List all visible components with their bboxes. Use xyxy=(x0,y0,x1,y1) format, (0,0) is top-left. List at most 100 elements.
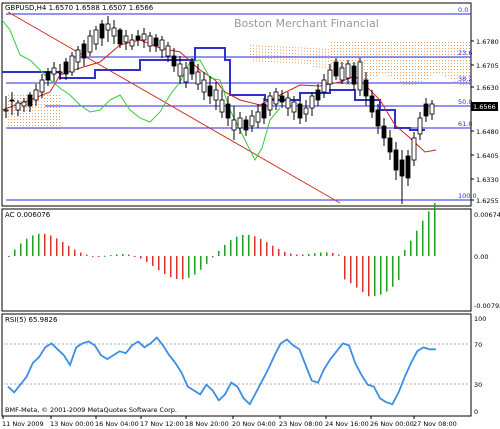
cloud-dot xyxy=(412,84,413,85)
cloud-dot xyxy=(391,48,392,49)
cloud-dot xyxy=(430,69,431,70)
cloud-dot xyxy=(358,42,359,43)
cloud-dot xyxy=(382,48,383,49)
cloud-dot xyxy=(35,122,36,123)
cloud-dot xyxy=(424,63,425,64)
ac-bar xyxy=(224,244,226,256)
cloud-dot xyxy=(17,95,18,96)
cloud-dot xyxy=(418,45,419,46)
ac-bar xyxy=(134,256,136,257)
cloud-dot xyxy=(367,45,368,46)
fib-level-label: 50.0 xyxy=(458,98,472,106)
mt4-chart-window[interactable]: 0.0 23.6 38.2 50.0 61.8 100.0 Boston Merchant… xyxy=(0,0,500,429)
cloud-dot xyxy=(352,48,353,49)
cloud-dot xyxy=(418,42,419,43)
cloud-dot xyxy=(388,42,389,43)
candle-body xyxy=(171,55,177,67)
cloud-dot xyxy=(433,54,434,55)
candle-body xyxy=(285,97,291,109)
cloud-dot xyxy=(307,47,308,49)
cloud-dot xyxy=(358,51,359,52)
cloud-dot xyxy=(403,78,404,79)
candle-body xyxy=(303,107,309,115)
cloud-dot xyxy=(415,81,416,82)
cloud-dot xyxy=(328,63,329,65)
cloud-dot xyxy=(331,66,332,67)
cloud-dot xyxy=(454,51,455,52)
cloud-dot xyxy=(376,45,377,46)
cloud-dot xyxy=(274,49,275,51)
candle-body xyxy=(381,125,387,139)
cloud-dot xyxy=(50,113,51,114)
cloud-dot xyxy=(59,95,60,96)
cloud-dot xyxy=(349,51,350,52)
candle-body xyxy=(57,71,63,74)
cloud-dot xyxy=(38,113,39,114)
cloud-dot xyxy=(403,51,404,52)
ac-panel[interactable] xyxy=(1,208,472,312)
cloud-dot xyxy=(445,51,446,52)
rsi-panel[interactable] xyxy=(1,313,472,417)
cloud-dot xyxy=(349,42,350,43)
cloud-dot xyxy=(427,48,428,49)
cloud-dot xyxy=(463,84,464,85)
cloud-dot xyxy=(403,63,404,64)
cloud-dot xyxy=(289,58,290,60)
cloud-dot xyxy=(403,54,404,55)
cloud-dot xyxy=(379,45,380,46)
cloud-dot xyxy=(14,110,15,111)
cloud-dot xyxy=(451,60,452,61)
cloud-dot xyxy=(421,63,422,64)
cloud-dot xyxy=(256,54,257,56)
cloud-dot xyxy=(373,51,374,52)
cloud-dot xyxy=(41,110,42,111)
cloud-dot xyxy=(29,113,30,114)
cloud-dot xyxy=(17,116,18,117)
cloud-dot xyxy=(394,60,395,61)
cloud-dot xyxy=(364,60,365,61)
cloud-dot xyxy=(23,122,24,123)
ac-bar xyxy=(374,256,376,297)
cloud-dot xyxy=(313,63,314,65)
candle-body xyxy=(357,61,363,91)
cloud-dot xyxy=(346,42,347,43)
ac-bar xyxy=(38,233,40,256)
cloud-dot xyxy=(14,119,15,120)
candle-body xyxy=(273,91,279,105)
cloud-dot xyxy=(376,42,377,43)
cloud-dot xyxy=(406,84,407,85)
ac-axis-max: 0.00674 xyxy=(474,211,500,219)
ac-bar xyxy=(116,254,118,256)
ac-bar xyxy=(416,230,418,256)
cloud-dot xyxy=(400,63,401,64)
cloud-dot xyxy=(271,55,272,57)
candle-body xyxy=(309,95,315,109)
candle-body xyxy=(81,43,87,59)
cloud-dot xyxy=(406,66,407,67)
cloud-dot xyxy=(370,69,371,70)
cloud-dot xyxy=(349,45,350,46)
cloud-dot xyxy=(445,72,446,73)
cloud-dot xyxy=(433,51,434,52)
candle-body xyxy=(423,103,429,117)
cloud-dot xyxy=(382,72,383,73)
cloud-dot xyxy=(26,98,27,99)
cloud-dot xyxy=(400,48,401,49)
cloud-dot xyxy=(433,69,434,70)
candle-body xyxy=(93,29,99,45)
cloud-dot xyxy=(364,72,365,73)
chart-canvas[interactable]: 0.0 23.6 38.2 50.0 61.8 100.0 Boston Merchant… xyxy=(0,0,500,429)
cloud-dot xyxy=(59,119,60,120)
cloud-dot xyxy=(412,63,413,64)
cloud-dot xyxy=(325,66,326,68)
cloud-dot xyxy=(319,60,320,62)
cloud-dot xyxy=(412,60,413,61)
cloud-dot xyxy=(394,63,395,64)
cloud-dot xyxy=(442,69,443,70)
rsi-axis-70: 70 xyxy=(474,341,482,349)
cloud-dot xyxy=(373,54,374,55)
cloud-dot xyxy=(388,66,389,67)
cloud-dot xyxy=(35,116,36,117)
cloud-dot xyxy=(307,50,308,52)
cloud-dot xyxy=(56,107,57,108)
